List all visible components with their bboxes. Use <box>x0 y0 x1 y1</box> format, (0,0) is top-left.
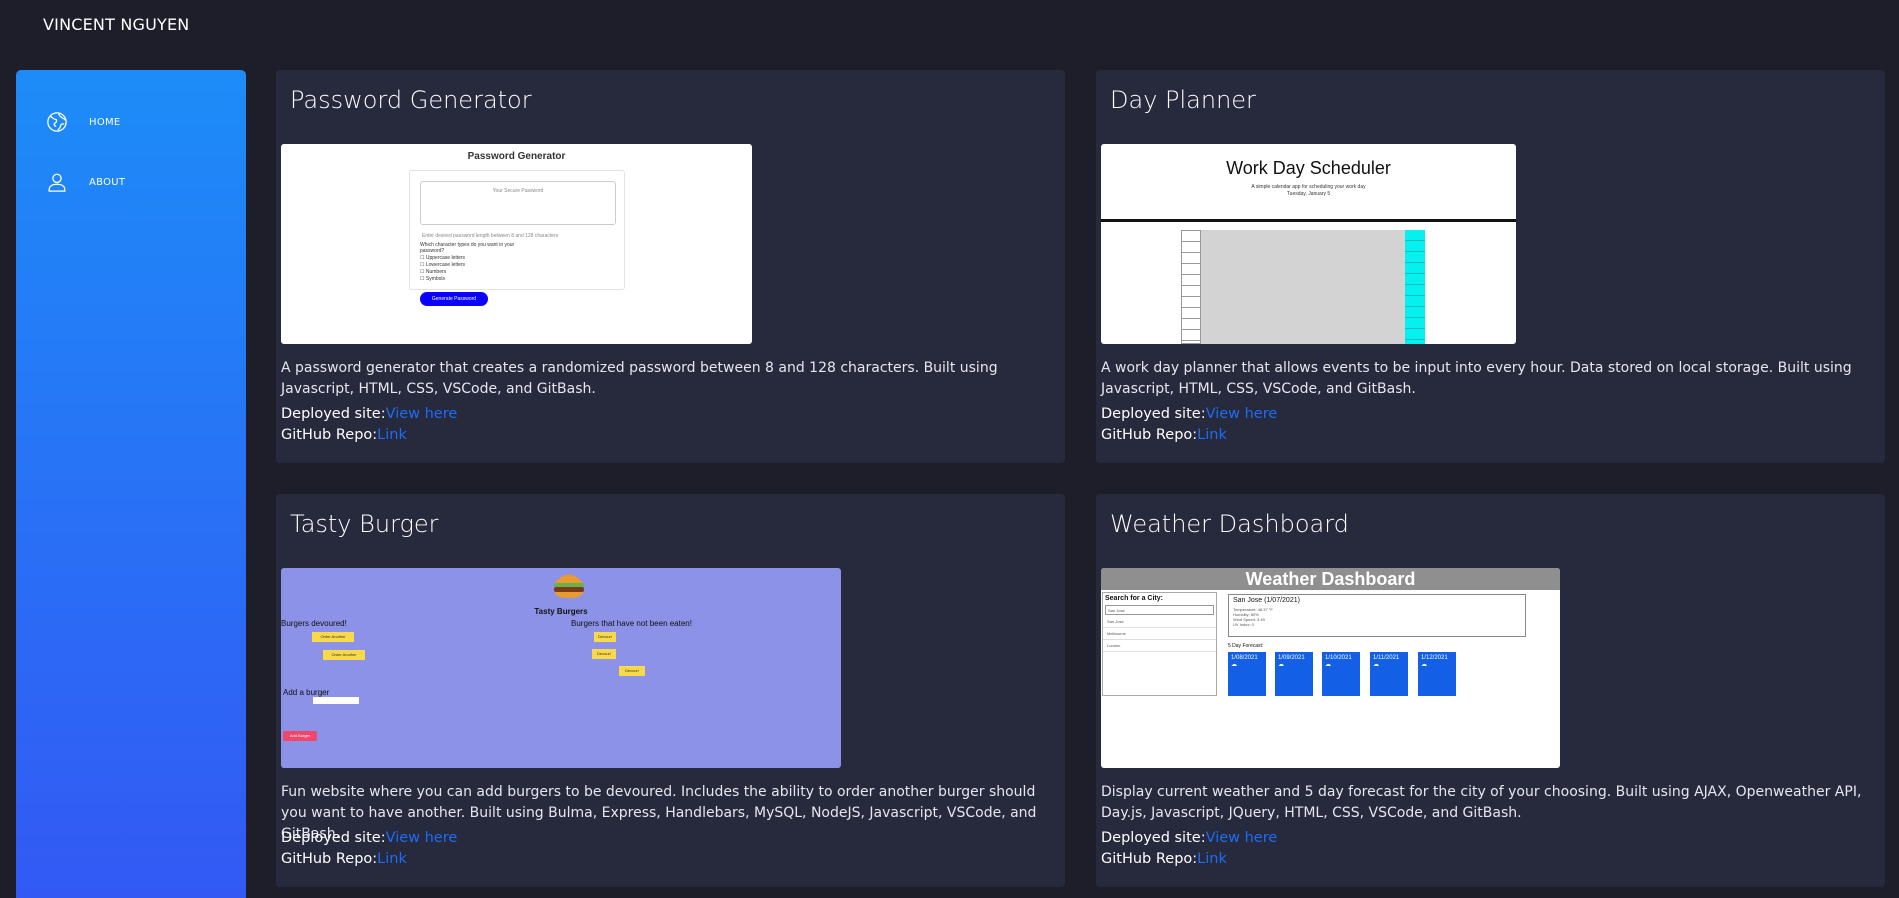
sidebar-item-home[interactable]: HOME <box>16 102 246 142</box>
project-card-password-generator: Password Generator Password Generator Yo… <box>276 70 1065 463</box>
preview-city: Melbourne <box>1103 628 1216 640</box>
sidebar-item-about[interactable]: ABOUT <box>16 162 246 202</box>
deployed-row: Deployed site:View here <box>281 406 457 422</box>
preview-devour-button: Devour! <box>594 632 616 642</box>
project-card-weather-dashboard: Weather Dashboard Weather Dashboard Sear… <box>1096 494 1885 887</box>
preview-search-panel: Search for a City: San Jose San Jose Mel… <box>1102 592 1217 696</box>
preview-forecast-day: 1/10/2021 ☁ <box>1322 652 1360 696</box>
project-description: Display current weather and 5 day foreca… <box>1101 784 1862 821</box>
deployed-label: Deployed site: <box>281 830 386 846</box>
deployed-label: Deployed site: <box>1101 406 1206 422</box>
globe-icon <box>44 109 70 135</box>
sidebar: HOME ABOUT <box>16 70 246 898</box>
brand-name[interactable]: VINCENT NGUYEN <box>43 15 189 34</box>
preview-date: Tuesday, January 5 <box>1286 191 1331 197</box>
preview-devour-button: Devour! <box>619 666 645 676</box>
repo-row: GitHub Repo:Link <box>281 851 407 867</box>
preview-card: Your Secure Password Enter desired passw… <box>409 170 625 290</box>
project-description: A work day planner that allows events to… <box>1101 360 1852 397</box>
preview-current-title: San Jose (1/07/2021) <box>1233 597 1300 604</box>
project-title: Tasty Burger <box>290 510 439 538</box>
project-title: Password Generator <box>290 86 532 114</box>
repo-label: GitHub Repo: <box>1101 851 1198 867</box>
preview-divider <box>1101 219 1516 222</box>
preview-prompt: Enter desired password length between 8 … <box>422 233 559 239</box>
preview-subheading: A simple calendar app for scheduling you… <box>1251 184 1366 190</box>
project-description: A password generator that creates a rand… <box>281 360 998 397</box>
preview-heading: Tasty Burgers <box>534 607 588 616</box>
preview-city: London <box>1103 640 1216 652</box>
repo-link[interactable]: Link <box>1197 851 1227 867</box>
preview-order-button: Order Another <box>323 650 365 660</box>
preview-current-line: UV Index: 0 <box>1233 622 1254 627</box>
preview-heading: Work Day Scheduler <box>1226 158 1391 178</box>
user-icon <box>44 169 70 195</box>
repo-row: GitHub Repo:Link <box>281 427 407 443</box>
deployed-link[interactable]: View here <box>386 406 458 422</box>
project-card-tasty-burger: Tasty Burger Tasty Burgers Burgers devou… <box>276 494 1065 887</box>
sidebar-item-label: HOME <box>89 116 121 128</box>
project-screenshot: Work Day Scheduler A simple calendar app… <box>1101 144 1516 344</box>
sidebar-item-label: ABOUT <box>89 176 126 188</box>
preview-placeholder: Your Secure Password <box>492 188 544 194</box>
repo-label: GitHub Repo: <box>1101 427 1198 443</box>
preview-option: ☐ Numbers <box>420 269 447 275</box>
preview-option: ☐ Lowercase letters <box>420 262 466 268</box>
preview-forecast-day: 1/09/2021 ☁ <box>1275 652 1313 696</box>
repo-row: GitHub Repo:Link <box>1101 427 1227 443</box>
preview-option: ☐ Uppercase letters <box>420 255 466 261</box>
preview-devour-button: Devour! <box>592 649 616 659</box>
preview-not-eaten: Burgers that have not been eaten! <box>571 619 692 628</box>
preview-city: San Jose <box>1103 616 1216 628</box>
preview-heading: Password Generator <box>467 151 566 162</box>
project-screenshot: Password Generator Your Secure Password … <box>281 144 752 344</box>
preview-output: Your Secure Password <box>420 181 616 225</box>
preview-events <box>1201 230 1405 344</box>
preview-question: Which character types do you want in you… <box>420 242 515 254</box>
deployed-row: Deployed site:View here <box>281 830 457 846</box>
preview-option: ☐ Symbols <box>420 276 446 282</box>
project-screenshot: Tasty Burgers Burgers devoured! Burgers … <box>281 568 841 768</box>
preview-forecast-day: 1/08/2021 ☁ <box>1228 652 1266 696</box>
preview-heading: Weather Dashboard <box>1101 568 1560 590</box>
deployed-link[interactable]: View here <box>386 830 458 846</box>
deployed-row: Deployed site:View here <box>1101 830 1277 846</box>
deployed-label: Deployed site: <box>281 406 386 422</box>
preview-generate-button: Generate Password <box>420 292 488 306</box>
preview-devoured: Burgers devoured! <box>281 619 347 628</box>
project-title: Day Planner <box>1110 86 1256 114</box>
preview-order-button: Order Another <box>312 632 354 642</box>
preview-add-heading: Add a burger <box>283 688 330 697</box>
deployed-link[interactable]: View here <box>1206 406 1278 422</box>
repo-link[interactable]: Link <box>1197 427 1227 443</box>
burger-icon <box>552 570 586 600</box>
deployed-link[interactable]: View here <box>1206 830 1278 846</box>
preview-burger-input <box>313 697 359 704</box>
deployed-row: Deployed site:View here <box>1101 406 1277 422</box>
repo-label: GitHub Repo: <box>281 851 378 867</box>
preview-forecast-label: 5 Day Forecast: <box>1228 643 1264 649</box>
repo-link[interactable]: Link <box>377 427 407 443</box>
project-screenshot: Weather Dashboard Search for a City: San… <box>1101 568 1560 768</box>
project-card-day-planner: Day Planner Work Day Scheduler A simple … <box>1096 70 1885 463</box>
preview-forecast-day: 1/12/2021 ☁ <box>1418 652 1456 696</box>
preview-hours <box>1181 230 1201 344</box>
preview-add-button: Add Burger <box>283 731 317 741</box>
repo-label: GitHub Repo: <box>281 427 378 443</box>
preview-search-label: Search for a City: <box>1105 595 1163 602</box>
repo-row: GitHub Repo:Link <box>1101 851 1227 867</box>
preview-save-buttons <box>1405 230 1425 344</box>
deployed-label: Deployed site: <box>1101 830 1206 846</box>
repo-link[interactable]: Link <box>377 851 407 867</box>
preview-search-input: San Jose <box>1105 605 1214 615</box>
preview-current-weather: San Jose (1/07/2021) Temperature: 48.37 … <box>1228 594 1526 637</box>
project-title: Weather Dashboard <box>1110 510 1349 538</box>
preview-forecast-day: 1/11/2021 ☁ <box>1370 652 1408 696</box>
